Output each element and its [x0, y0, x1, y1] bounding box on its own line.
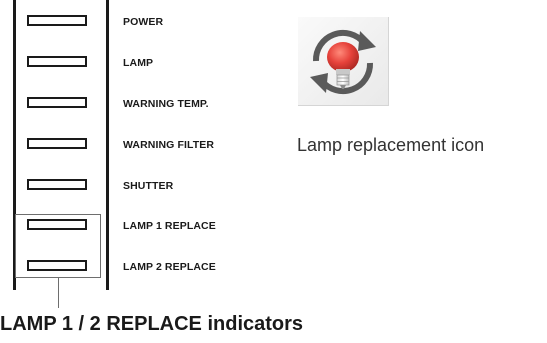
- indicator-label-lamp-2-replace: LAMP 2 REPLACE: [123, 261, 216, 273]
- lamp-replacement-icon-frame: [298, 17, 389, 106]
- bulb-neck: [336, 69, 350, 75]
- lamp-replacement-icon: [310, 29, 376, 95]
- panel-right-edge: [106, 0, 109, 290]
- indicator-warning-filter: [27, 138, 87, 149]
- bulb-glass: [327, 42, 359, 72]
- rotate-arrowhead-top: [358, 31, 376, 51]
- indicator-label-warning-temp: WARNING TEMP.: [123, 98, 209, 110]
- leader-line: [58, 278, 59, 308]
- indicator-power: [27, 15, 87, 26]
- indicator-label-shutter: SHUTTER: [123, 180, 174, 192]
- indicator-label-lamp-1-replace: LAMP 1 REPLACE: [123, 220, 216, 232]
- lamp-replacement-icon-caption: Lamp replacement icon: [297, 135, 485, 155]
- bulb-base: [336, 74, 350, 86]
- indicator-label-warning-filter: WARNING FILTER: [123, 139, 215, 151]
- rotate-arrowhead-bottom: [310, 73, 328, 93]
- indicator-label-lamp: LAMP: [123, 57, 154, 69]
- indicator-warning-temp: [27, 97, 87, 108]
- indicator-label-power: POWER: [123, 16, 164, 28]
- replace-indicators-highlight: [15, 214, 101, 278]
- indicator-lamp: [27, 56, 87, 67]
- indicator-shutter: [27, 179, 87, 190]
- replace-indicators-caption: LAMP 1 / 2 REPLACE indicators: [0, 313, 304, 335]
- indicator-diagram: POWER LAMP WARNING TEMP. WARNING FILTER …: [0, 0, 547, 343]
